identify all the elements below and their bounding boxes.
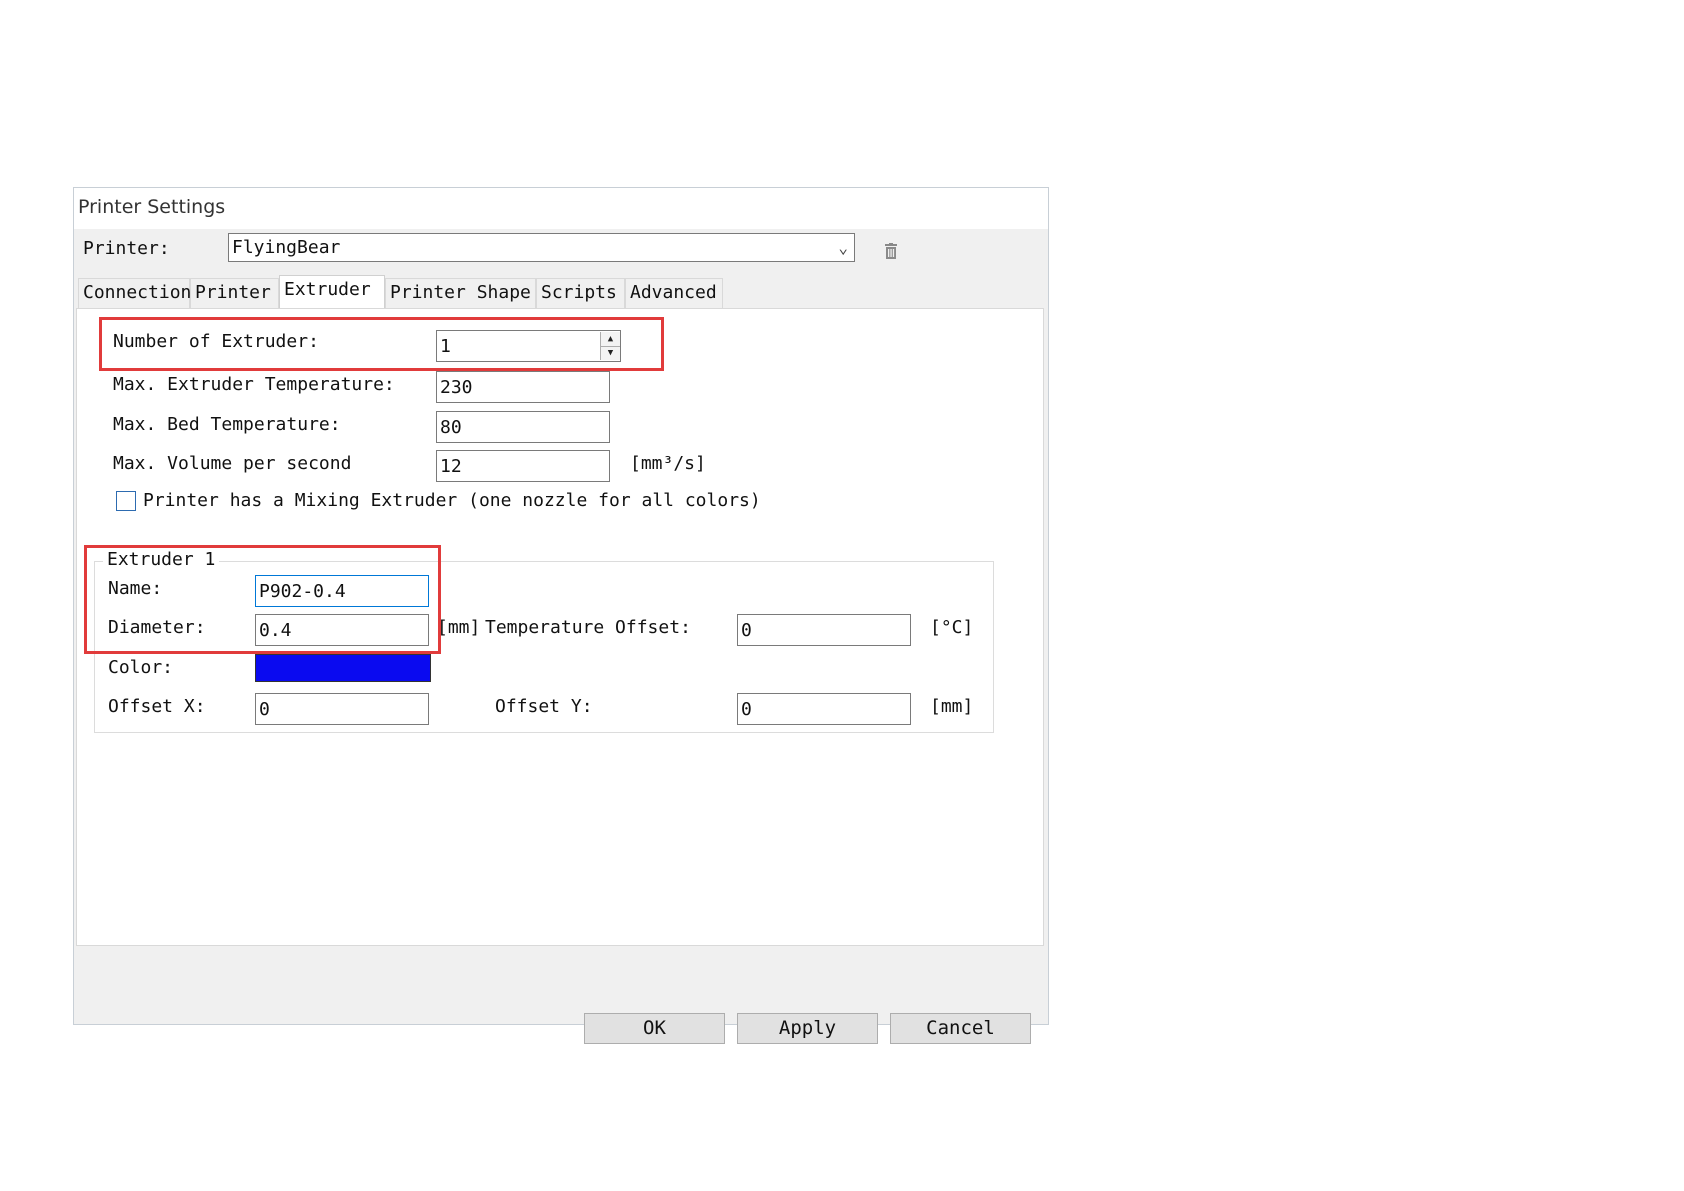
max-volume-input[interactable]: 12 [436,450,610,482]
mixing-extruder-checkbox[interactable] [116,491,136,511]
tab-extruder[interactable]: Extruder [279,275,385,309]
tab-printer[interactable]: Printer [190,278,279,308]
chevron-down-icon[interactable]: ⌄ [838,238,848,257]
max-volume-label: Max. Volume per second [113,453,352,474]
color-label: Color: [108,657,174,678]
max-volume-unit: [mm³/s] [630,453,706,474]
printer-select[interactable]: FlyingBear ⌄ [228,233,855,262]
offset-x-label: Offset X: [108,696,206,717]
temperature-offset-label: Temperature Offset: [485,617,691,638]
offset-unit: [mm] [930,696,974,717]
diameter-unit: [mm] [437,617,481,638]
tab-scripts[interactable]: Scripts [536,278,625,308]
temperature-offset-input[interactable]: 0 [737,614,911,646]
tab-connection[interactable]: Connection [78,278,191,308]
number-of-extruder-highlight [99,317,664,371]
title-bar: Printer Settings [74,188,1048,229]
extruder-1-highlight [84,545,441,654]
color-swatch-button[interactable] [255,654,431,682]
cancel-button[interactable]: Cancel [890,1013,1031,1044]
tab-advanced[interactable]: Advanced [625,278,723,308]
trash-icon[interactable] [884,243,898,259]
tab-printer-shape[interactable]: Printer Shape [385,278,536,308]
temperature-offset-unit: [°C] [930,617,974,638]
mixing-extruder-label: Printer has a Mixing Extruder (one nozzl… [143,490,761,511]
max-bed-temp-input[interactable]: 80 [436,411,610,443]
printer-label: Printer: [83,238,170,259]
offset-x-input[interactable]: 0 [255,693,429,725]
max-extruder-temp-input[interactable]: 230 [436,371,610,403]
max-extruder-temp-label: Max. Extruder Temperature: [113,374,395,395]
max-bed-temp-label: Max. Bed Temperature: [113,414,341,435]
apply-button[interactable]: Apply [737,1013,878,1044]
ok-button[interactable]: OK [584,1013,725,1044]
offset-y-input[interactable]: 0 [737,693,911,725]
window-title: Printer Settings [78,196,226,218]
printer-select-value: FlyingBear [232,237,341,258]
offset-y-label: Offset Y: [495,696,593,717]
